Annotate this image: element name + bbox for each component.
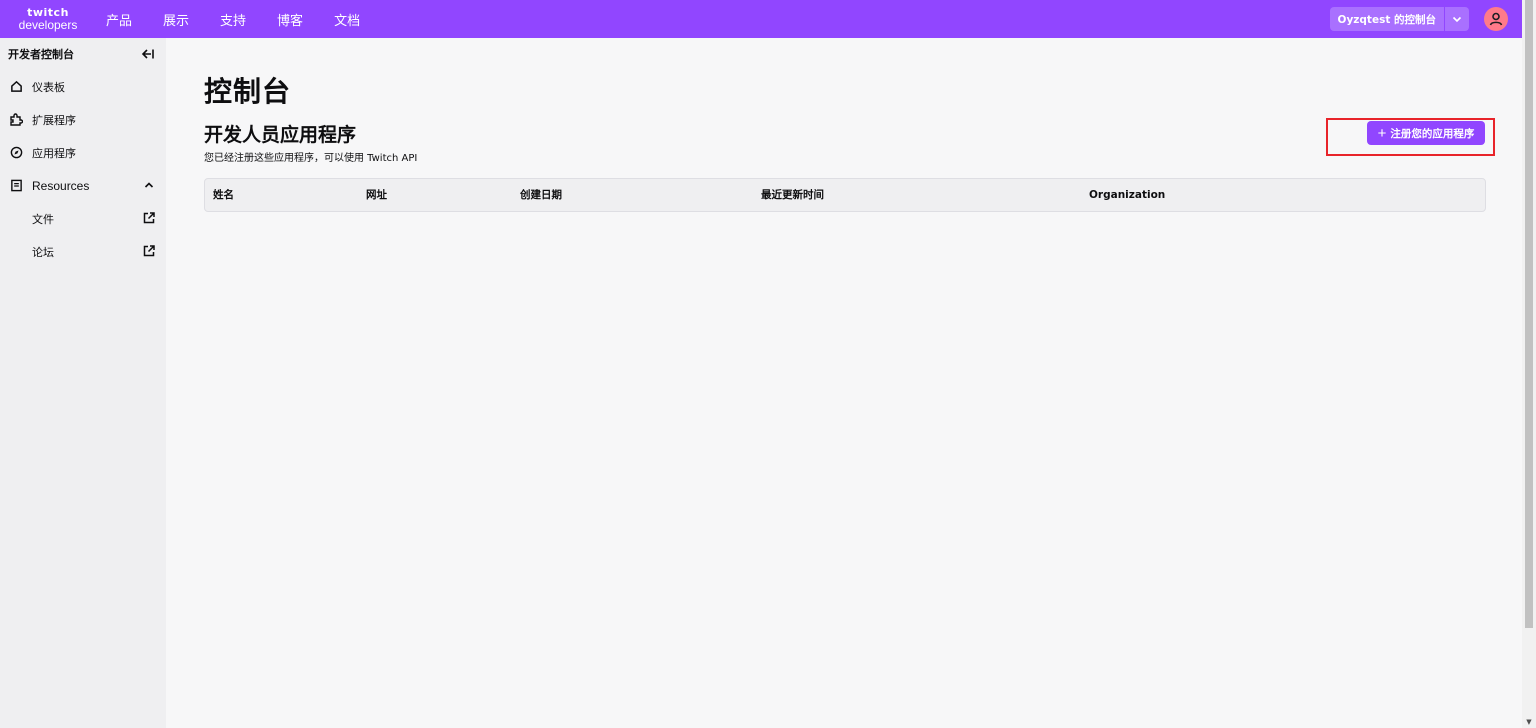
- main-nav: 产品 展示 支持 博客 文档: [106, 10, 391, 29]
- plus-icon: +: [1377, 124, 1387, 142]
- applications-table: 姓名 网址 创建日期 最近更新时间 Organization: [204, 178, 1486, 212]
- column-header-url[interactable]: 网址: [366, 179, 387, 211]
- page-title: 控制台: [204, 75, 292, 108]
- vertical-scrollbar[interactable]: ▼: [1522, 0, 1536, 728]
- scrollbar-thumb[interactable]: [1525, 0, 1533, 628]
- section-title: 开发人员应用程序: [204, 124, 357, 146]
- sidebar-title: 开发者控制台: [8, 48, 74, 61]
- nav-item-support[interactable]: 支持: [220, 10, 246, 29]
- user-icon: [1489, 12, 1503, 26]
- sidebar-header: 开发者控制台: [0, 38, 166, 70]
- column-header-name[interactable]: 姓名: [213, 179, 234, 211]
- compass-icon: [9, 146, 23, 160]
- main-content: 控制台 开发人员应用程序 您已经注册这些应用程序，可以使用 Twitch API…: [166, 38, 1508, 728]
- scroll-down-arrow-icon[interactable]: ▼: [1525, 718, 1533, 726]
- sidebar-item-applications[interactable]: 应用程序: [0, 136, 166, 169]
- sidebar: 开发者控制台 仪表板 扩展程序 应用程序 Resources 文件 论坛: [0, 38, 166, 728]
- collapse-left-icon[interactable]: [140, 45, 154, 64]
- nav-item-blog[interactable]: 博客: [277, 10, 303, 29]
- console-menu[interactable]: Oyzqtest 的控制台: [1329, 7, 1469, 31]
- nav-item-products[interactable]: 产品: [106, 10, 132, 29]
- chevron-up-icon[interactable]: [142, 178, 156, 192]
- external-link-icon: [142, 244, 156, 258]
- column-header-organization[interactable]: Organization: [1089, 179, 1165, 211]
- user-avatar[interactable]: [1484, 7, 1508, 31]
- puzzle-icon: [9, 112, 23, 127]
- top-navigation-bar: twitch developers 产品 展示 支持 博客 文档 Oyzqtes…: [0, 0, 1522, 38]
- register-button-label: 注册您的应用程序: [1390, 127, 1475, 140]
- sidebar-item-extensions[interactable]: 扩展程序: [0, 103, 166, 136]
- nav-item-showcase[interactable]: 展示: [163, 10, 189, 29]
- column-header-updated[interactable]: 最近更新时间: [761, 179, 824, 211]
- sidebar-item-label: 文件: [32, 212, 54, 226]
- twitch-developers-logo[interactable]: twitch developers: [0, 0, 96, 38]
- document-icon: [9, 179, 23, 193]
- sidebar-item-dashboard[interactable]: 仪表板: [0, 70, 166, 103]
- home-icon: [9, 80, 23, 94]
- logo-subtitle: developers: [18, 18, 78, 32]
- console-label[interactable]: Oyzqtest 的控制台: [1330, 7, 1444, 31]
- account-area: Oyzqtest 的控制台: [1329, 0, 1508, 38]
- sidebar-item-documentation[interactable]: 文件: [0, 202, 166, 235]
- sidebar-item-label: 论坛: [32, 245, 54, 259]
- sidebar-item-forums[interactable]: 论坛: [0, 235, 166, 268]
- sidebar-item-label: 仪表板: [32, 80, 65, 94]
- nav-item-docs[interactable]: 文档: [334, 10, 360, 29]
- register-application-button[interactable]: + 注册您的应用程序: [1367, 121, 1485, 145]
- sidebar-item-label: Resources: [32, 178, 90, 193]
- chevron-down-icon[interactable]: [1445, 7, 1469, 31]
- external-link-icon: [142, 211, 156, 225]
- sidebar-item-label: 应用程序: [32, 146, 76, 160]
- section-description: 您已经注册这些应用程序，可以使用 Twitch API: [204, 153, 418, 164]
- column-header-created[interactable]: 创建日期: [520, 179, 562, 211]
- logo-wordmark: twitch: [27, 6, 69, 19]
- sidebar-item-resources[interactable]: Resources: [0, 169, 166, 202]
- sidebar-item-label: 扩展程序: [32, 113, 76, 127]
